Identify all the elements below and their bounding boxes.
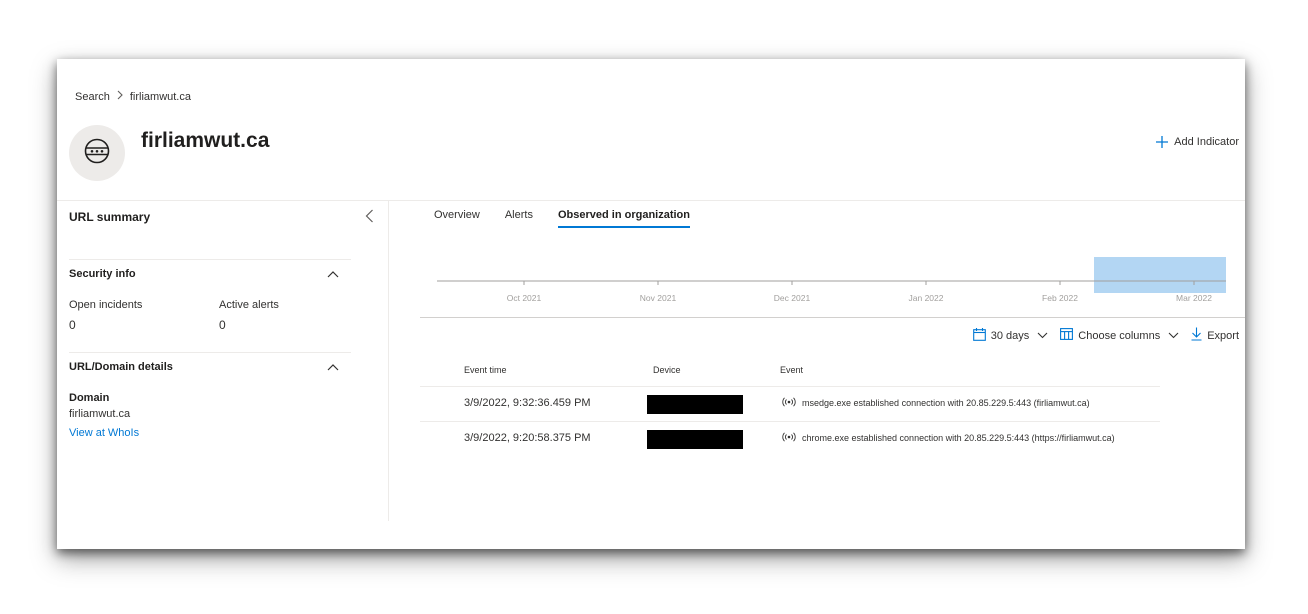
row-1-device-redacted: [647, 395, 743, 414]
tab-overview[interactable]: Overview: [434, 209, 480, 228]
row-2-event[interactable]: chrome.exe established connection with 2…: [782, 432, 1115, 444]
header-divider: [57, 200, 1245, 201]
download-icon: [1191, 327, 1202, 344]
timeline-month-label: Jan 2022: [909, 293, 944, 303]
domain-details-title: URL/Domain details: [69, 361, 173, 373]
connection-icon: [782, 397, 796, 409]
calendar-icon: [972, 327, 986, 344]
section-divider: [69, 259, 351, 260]
timeline-month-label: Dec 2021: [774, 293, 811, 303]
security-info-collapse[interactable]: [326, 269, 340, 279]
timeline-month-label: Mar 2022: [1176, 293, 1212, 303]
column-header-event-time[interactable]: Event time: [464, 365, 507, 375]
security-info-title: Security info: [69, 268, 136, 280]
page-title: firliamwut.ca: [141, 129, 270, 152]
columns-icon: [1060, 328, 1074, 343]
breadcrumb: Search firliamwut.ca: [75, 90, 191, 103]
active-alerts-label: Active alerts: [219, 299, 279, 311]
connection-icon: [782, 432, 796, 444]
active-alerts-value: 0: [219, 318, 226, 332]
choose-columns-label: Choose columns: [1078, 329, 1161, 342]
domain-value: firliamwut.ca: [69, 408, 131, 420]
row-1-event-time: 3/9/2022, 9:32:36.459 PM: [464, 397, 591, 409]
section-divider: [69, 352, 351, 353]
timeline-divider: [420, 317, 1245, 318]
open-incidents-value: 0: [69, 318, 76, 332]
date-range-label: 30 days: [990, 329, 1030, 342]
add-indicator-label: Add Indicator: [1174, 136, 1239, 148]
chevron-up-icon: [327, 358, 339, 376]
tab-alerts[interactable]: Alerts: [505, 209, 533, 228]
plus-icon: [1156, 136, 1169, 148]
row-2-device-redacted: [647, 430, 743, 449]
domain-label: Domain: [69, 392, 110, 404]
breadcrumb-search-link[interactable]: Search: [75, 91, 110, 103]
view-whois-link[interactable]: View at WhoIs: [69, 427, 139, 439]
open-incidents-label: Open incidents: [69, 299, 143, 311]
domain-details-collapse[interactable]: [326, 362, 340, 372]
column-header-device[interactable]: Device: [653, 365, 681, 375]
table-row-divider: [420, 421, 1160, 422]
domain-avatar: [69, 125, 125, 181]
timeline-selection[interactable]: [1094, 257, 1226, 293]
chevron-down-icon[interactable]: [1037, 332, 1048, 339]
timeline-month-label: Feb 2022: [1042, 293, 1078, 303]
choose-columns-button[interactable]: Choose columns: [1060, 328, 1160, 343]
timeline-month-label: Nov 2021: [640, 293, 677, 303]
chevron-left-icon: [365, 209, 374, 228]
collapse-panel-button[interactable]: [362, 209, 376, 228]
timeline-chart: Oct 2021 Nov 2021 Dec 2021 Jan 2022 Feb 2022…: [437, 257, 1226, 303]
add-indicator-button[interactable]: Add Indicator: [1156, 136, 1239, 148]
window: Search firliamwut.ca firliamwut.ca Add I…: [57, 59, 1245, 549]
timeline-month-label: Oct 2021: [507, 293, 542, 303]
chevron-up-icon: [327, 265, 339, 283]
chevron-down-icon[interactable]: [1168, 332, 1179, 339]
row-2-event-text: chrome.exe established connection with 2…: [802, 433, 1115, 443]
date-range-button[interactable]: 30 days: [972, 327, 1030, 344]
www-globe-icon: [83, 137, 111, 170]
breadcrumb-current: firliamwut.ca: [129, 90, 191, 103]
chevron-right-icon: [116, 90, 124, 103]
table-toolbar: 30 days Choose columns Export: [972, 327, 1239, 344]
tab-bar: Overview Alerts Observed in organization: [434, 209, 691, 228]
panel-divider: [388, 201, 389, 521]
column-header-event[interactable]: Event: [780, 365, 803, 375]
table-header-divider: [420, 386, 1160, 387]
url-summary-title: URL summary: [69, 210, 151, 224]
row-1-event[interactable]: msedge.exe established connection with 2…: [782, 397, 1090, 409]
row-2-event-time: 3/9/2022, 9:20:58.375 PM: [464, 432, 591, 444]
row-1-event-text: msedge.exe established connection with 2…: [802, 398, 1090, 408]
export-button[interactable]: Export: [1191, 327, 1239, 344]
tab-observed-in-organization[interactable]: Observed in organization: [557, 209, 691, 228]
export-label: Export: [1207, 329, 1239, 342]
